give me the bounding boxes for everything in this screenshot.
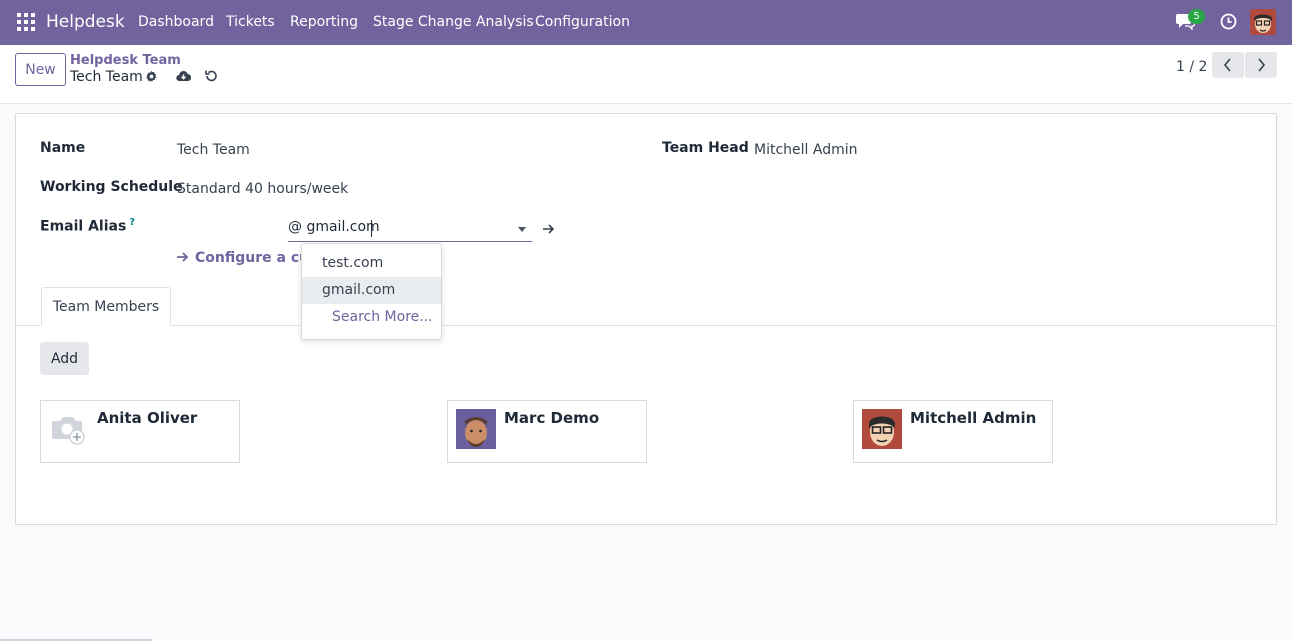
email-alias-label: Email Alias? (40, 217, 135, 235)
breadcrumb-parent[interactable]: Helpdesk Team (70, 53, 181, 68)
save-cloud-icon[interactable] (176, 69, 191, 83)
menu-reporting[interactable]: Reporting (290, 14, 358, 30)
text-cursor (371, 220, 372, 237)
team-head-field[interactable]: Mitchell Admin (754, 142, 858, 158)
member-name: Anita Oliver (97, 409, 198, 427)
camera-placeholder-icon (49, 409, 89, 449)
apps-grid-icon[interactable] (17, 13, 35, 31)
dropdown-caret-icon[interactable] (518, 227, 526, 232)
top-navbar: Helpdesk Dashboard Tickets Reporting Sta… (0, 0, 1292, 45)
new-button[interactable]: New (15, 53, 66, 86)
alias-domain-input[interactable]: @ gmail.com (288, 217, 532, 242)
discard-undo-icon[interactable] (204, 69, 218, 83)
menu-stage-change-analysis[interactable]: Stage Change Analysis (373, 14, 534, 30)
member-name: Mitchell Admin (910, 409, 1037, 427)
menu-tickets[interactable]: Tickets (226, 14, 275, 30)
domain-autocomplete-dropdown: test.com gmail.com Search More... (301, 243, 442, 340)
menu-configuration[interactable]: Configuration (535, 14, 630, 30)
configure-domain-link[interactable]: Configure a custom domain (176, 250, 302, 266)
autocomplete-option-active[interactable]: gmail.com (302, 277, 441, 304)
autocomplete-option[interactable]: test.com (302, 250, 441, 277)
app-brand[interactable]: Helpdesk (46, 12, 125, 32)
pager-previous-button[interactable] (1212, 52, 1244, 78)
member-card[interactable]: Mitchell Admin (853, 400, 1053, 463)
gear-icon[interactable] (145, 70, 158, 83)
pager-value[interactable]: 1 / 2 (1176, 59, 1207, 75)
activity-clock-icon[interactable] (1220, 13, 1237, 30)
name-field[interactable]: Tech Team (177, 142, 250, 158)
breadcrumb-current: Tech Team (70, 69, 143, 85)
form-sheet: Name Tech Team Working Schedule Standard… (15, 113, 1277, 525)
working-schedule-label: Working Schedule (40, 179, 183, 195)
search-more-option[interactable]: Search More... (302, 304, 441, 331)
user-avatar[interactable] (1250, 9, 1276, 35)
configure-domain-link-text: Configure a custom domain (195, 250, 302, 266)
member-avatar (862, 409, 902, 449)
chat-count-badge: 5 (1188, 9, 1205, 24)
member-card[interactable]: Marc Demo (447, 400, 647, 463)
arrow-right-icon (177, 252, 189, 262)
add-member-button[interactable]: Add (40, 342, 89, 375)
chevron-left-icon (1223, 58, 1231, 72)
chevron-right-icon (1258, 58, 1266, 72)
help-tooltip-icon[interactable]: ? (129, 217, 135, 228)
menu-dashboard[interactable]: Dashboard (138, 14, 214, 30)
member-card[interactable]: Anita Oliver (40, 400, 240, 463)
pager-next-button[interactable] (1245, 52, 1277, 78)
working-schedule-field[interactable]: Standard 40 hours/week (177, 181, 348, 197)
member-name: Marc Demo (504, 409, 600, 427)
name-label: Name (40, 140, 86, 156)
member-avatar (456, 409, 496, 449)
email-alias-label-text: Email Alias (40, 218, 127, 235)
tab-team-members[interactable]: Team Members (41, 287, 171, 326)
arrow-right-icon[interactable] (542, 223, 555, 235)
alias-domain-value: @ gmail.com (288, 219, 380, 235)
tabs-divider (16, 325, 1276, 326)
control-panel: New Helpdesk Team Tech Team 1 / 2 (0, 45, 1292, 104)
team-head-label: Team Head (662, 140, 749, 156)
